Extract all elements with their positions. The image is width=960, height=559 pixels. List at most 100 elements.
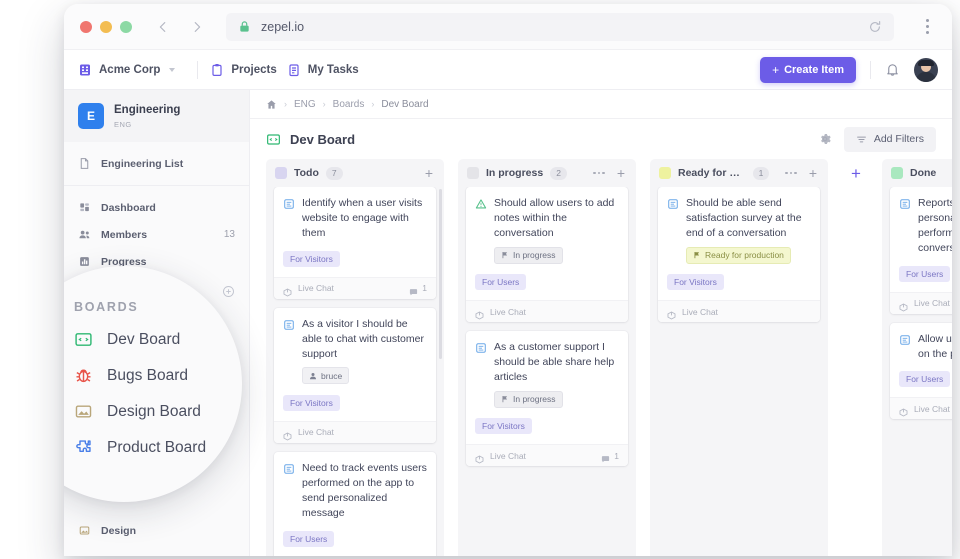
add-circle-icon[interactable] <box>222 285 235 298</box>
sidebar-item-members[interactable]: Members 13 <box>64 221 249 248</box>
project-badge: E <box>78 103 104 129</box>
board-card[interactable]: Should be able send satisfaction survey … <box>658 187 820 323</box>
card-tag[interactable]: For Users <box>475 274 527 291</box>
card-tag[interactable]: For Visitors <box>283 394 340 411</box>
close-window-button[interactable] <box>80 20 92 33</box>
card-assignee[interactable]: bruce <box>302 367 350 385</box>
magnified-board-product[interactable]: Product Board <box>74 438 242 457</box>
browser-titlebar: zepel.io <box>64 4 952 50</box>
minimize-window-button[interactable] <box>100 20 112 33</box>
board-card[interactable]: Need to track events users performed on … <box>274 451 436 556</box>
nav-projects[interactable]: Projects <box>210 63 286 77</box>
magnified-board-label: Design Board <box>107 402 201 420</box>
card-title-row: Need to track events users performed on … <box>283 461 427 521</box>
home-icon[interactable] <box>266 99 277 110</box>
plus-icon: + <box>772 62 780 77</box>
story-icon <box>283 197 295 209</box>
source-board-icon <box>283 284 292 297</box>
nav-my-tasks[interactable]: My Tasks <box>287 63 369 77</box>
breadcrumb-item-dev-board[interactable]: Dev Board <box>381 99 428 110</box>
sidebar-item-engineering-list[interactable]: Engineering List <box>64 150 249 177</box>
card-status-label: In progress <box>513 394 556 405</box>
bug-icon <box>74 366 93 385</box>
card-title: Allow users to filter based on the produ… <box>918 332 952 360</box>
card-title-row: Reports based on personal messages perfo… <box>899 196 952 256</box>
avatar[interactable] <box>914 57 938 82</box>
card-footer: Live Chat 1 <box>466 444 628 467</box>
forward-arrow-icon[interactable] <box>188 18 206 36</box>
card-tag[interactable]: For Visitors <box>283 250 340 267</box>
card-footer: Live Chat <box>890 397 952 420</box>
dashboard-icon <box>78 201 91 214</box>
maximize-window-button[interactable] <box>120 20 132 33</box>
magnified-board-dev[interactable]: Dev Board <box>74 330 242 349</box>
card-title: Should allow users to add notes within t… <box>494 197 615 239</box>
breadcrumb-separator: › <box>322 99 326 109</box>
card-tag[interactable]: For Visitors <box>475 418 532 435</box>
project-code: ENG <box>114 119 132 129</box>
card-tag[interactable]: For Visitors <box>667 274 724 291</box>
story-icon <box>899 197 911 209</box>
bell-icon[interactable] <box>885 62 900 77</box>
card-tag[interactable]: For Users <box>283 530 335 547</box>
card-comment-count[interactable]: 1 <box>601 451 619 463</box>
add-column-button[interactable]: + <box>842 159 870 556</box>
breadcrumb-item-eng[interactable]: ENG <box>294 99 316 110</box>
building-icon <box>78 63 92 77</box>
magnified-board-bugs[interactable]: Bugs Board <box>74 366 242 385</box>
back-arrow-icon[interactable] <box>154 18 172 36</box>
card-tag[interactable]: For Users <box>899 371 951 388</box>
sidebar-item-dashboard[interactable]: Dashboard <box>64 194 249 221</box>
breadcrumb-item-boards[interactable]: Boards <box>333 99 365 110</box>
sidebar-item-design[interactable]: Design <box>64 517 249 544</box>
magnified-board-design[interactable]: Design Board <box>74 402 242 421</box>
create-item-button[interactable]: + Create Item <box>760 56 856 83</box>
board-card[interactable]: Reports based on personal messages perfo… <box>890 187 952 314</box>
magnifier-content: BOARDS Dev Board Bugs Board Design Board… <box>74 300 242 474</box>
column-body: Should be able send satisfaction survey … <box>650 187 828 556</box>
url-text: zepel.io <box>261 19 305 34</box>
browser-menu-icon[interactable] <box>918 19 936 34</box>
card-body: Need to track events users performed on … <box>274 452 436 556</box>
gear-icon[interactable] <box>818 132 832 146</box>
column-menu-icon[interactable] <box>783 168 799 179</box>
add-filters-button[interactable]: Add Filters <box>843 126 936 152</box>
card-title-row: Should allow users to add notes within t… <box>475 196 619 241</box>
column-menu-icon[interactable] <box>591 168 607 179</box>
address-bar[interactable]: zepel.io <box>226 12 894 41</box>
column-color-swatch <box>659 167 671 179</box>
app-body: E Engineering ENG Engineering List Dashb… <box>64 90 952 556</box>
board-column: Ready for produ... 1 + Should be able send … <box>650 159 828 556</box>
flag-icon <box>693 251 701 259</box>
column-count: 1 <box>752 166 770 180</box>
add-card-button[interactable]: + <box>614 166 628 180</box>
card-title: Should be able send satisfaction survey … <box>686 197 802 239</box>
reload-icon[interactable] <box>868 20 882 34</box>
card-title-row: As a customer support I should be able s… <box>475 340 619 385</box>
board-card[interactable]: Should allow users to add notes within t… <box>466 187 628 323</box>
column-color-swatch <box>275 167 287 179</box>
board-card[interactable]: As a visitor I should be able to chat wi… <box>274 307 436 443</box>
source-board-icon <box>475 307 484 320</box>
card-source-label: Live Chat <box>682 306 718 317</box>
card-body: As a visitor I should be able to chat wi… <box>274 308 436 421</box>
code-board-icon <box>266 132 281 147</box>
card-comment-count[interactable]: 1 <box>409 283 427 296</box>
breadcrumb-separator: › <box>371 99 375 109</box>
project-header[interactable]: E Engineering ENG <box>64 90 249 142</box>
add-card-button[interactable]: + <box>806 166 820 180</box>
card-tag[interactable]: For Users <box>899 265 951 282</box>
breadcrumb-separator: › <box>284 99 287 109</box>
add-card-button[interactable]: + <box>422 166 436 180</box>
column-scrollbar[interactable] <box>439 189 442 359</box>
column-name: Ready for produ... <box>678 167 746 179</box>
column-body: Reports based on personal messages perfo… <box>882 187 952 556</box>
board-card[interactable]: Identify when a user visits website to e… <box>274 187 436 299</box>
comment-icon <box>409 284 418 296</box>
board-card[interactable]: As a customer support I should be able s… <box>466 331 628 467</box>
board-card[interactable]: Allow users to filter based on the produ… <box>890 322 952 420</box>
magnified-board-label: Product Board <box>107 438 207 456</box>
column-name: In progress <box>486 167 544 179</box>
workspace-switcher[interactable]: Acme Corp <box>78 63 185 77</box>
card-source-label: Live Chat <box>298 283 334 294</box>
